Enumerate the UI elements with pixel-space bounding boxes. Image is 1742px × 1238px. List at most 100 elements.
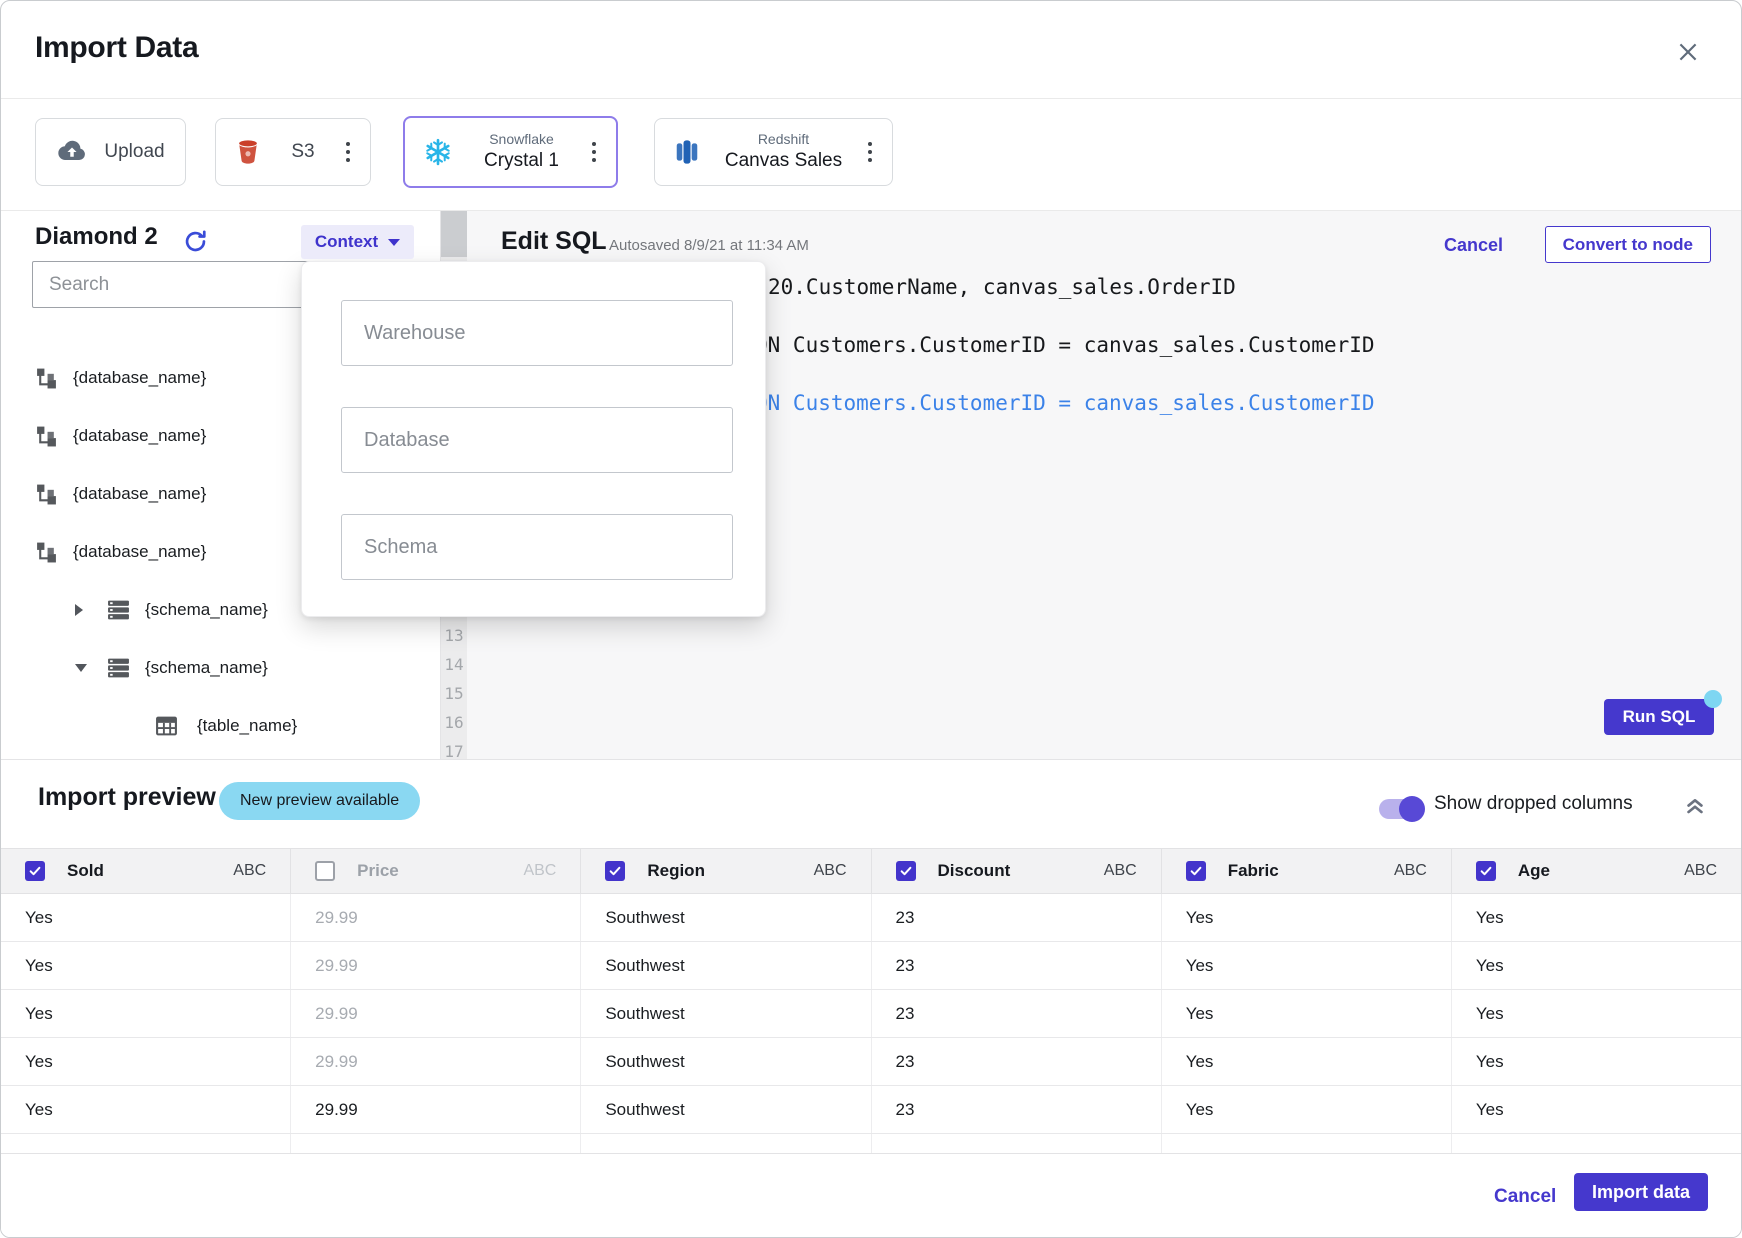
table-cell: Yes xyxy=(1162,990,1452,1037)
tree-item-schema[interactable]: {schema_name} xyxy=(1,639,440,697)
close-button[interactable] xyxy=(1673,37,1703,67)
column-name: Age xyxy=(1518,861,1662,881)
table-cell: Southwest xyxy=(581,942,871,989)
table-cell: Yes xyxy=(1452,1038,1741,1085)
column-checkbox-checked[interactable] xyxy=(1476,861,1496,881)
tree-item-label: {schema_name} xyxy=(145,658,268,678)
preview-title: Import preview xyxy=(38,783,216,812)
upload-button[interactable]: Upload xyxy=(35,118,186,186)
refresh-button[interactable] xyxy=(182,228,209,255)
column-type-label: ABC xyxy=(1104,862,1137,880)
notification-dot xyxy=(1704,690,1722,708)
column-name: Price xyxy=(357,861,501,881)
table-row: Yes29.99Southwest23YesYes xyxy=(1,1086,1741,1134)
database-icon xyxy=(35,541,58,564)
table-cell: 29.99 xyxy=(291,1086,581,1133)
dialog-footer: Cancel Import data xyxy=(1,1153,1741,1238)
tree-item-label: {database_name} xyxy=(73,426,206,446)
table-cell: Yes xyxy=(1,942,291,989)
autosave-status: Autosaved 8/9/21 at 11:34 AM xyxy=(609,237,809,254)
connection-title: Diamond 2 xyxy=(35,223,158,251)
context-dropdown-button[interactable]: Context xyxy=(301,225,414,259)
database-icon xyxy=(35,425,58,448)
s3-connection-button[interactable]: S3 xyxy=(215,118,371,186)
table-cell: Yes xyxy=(1162,1086,1452,1133)
snowflake-connection-button[interactable]: Snowflake Crystal 1 xyxy=(403,116,618,188)
line-number: 15 xyxy=(441,679,467,708)
column-header-sold: SoldABC xyxy=(1,849,291,893)
s3-label: S3 xyxy=(278,141,328,163)
table-cell: Yes xyxy=(1452,942,1741,989)
upload-label: Upload xyxy=(104,141,164,163)
table-cell xyxy=(1452,1134,1741,1153)
s3-more-options-button[interactable] xyxy=(344,138,352,166)
warehouse-input[interactable] xyxy=(341,300,733,366)
run-sql-button[interactable]: Run SQL xyxy=(1604,699,1714,735)
column-header-fabric: FabricABC xyxy=(1162,849,1452,893)
table-header-row: SoldABCPriceABCRegionABCDiscountABCFabri… xyxy=(1,848,1741,894)
double-chevron-up-icon xyxy=(1681,791,1709,819)
tree-item-label: {database_name} xyxy=(73,484,206,504)
table-cell: Yes xyxy=(1,1038,291,1085)
line-number: 14 xyxy=(441,650,467,679)
database-icon xyxy=(35,483,58,506)
column-checkbox-checked[interactable] xyxy=(1186,861,1206,881)
caret-expanded-icon[interactable] xyxy=(75,664,87,672)
schema-input[interactable] xyxy=(341,514,733,580)
s3-icon xyxy=(234,138,262,166)
schema-icon xyxy=(107,657,130,680)
snowflake-icon xyxy=(423,137,453,167)
refresh-icon xyxy=(182,228,209,255)
column-checkbox-checked[interactable] xyxy=(896,861,916,881)
table-cell xyxy=(1,1134,291,1153)
table-cell: Yes xyxy=(1,990,291,1037)
cloud-upload-icon xyxy=(56,136,88,168)
import-data-button[interactable]: Import data xyxy=(1574,1173,1708,1211)
column-checkbox-unchecked[interactable] xyxy=(315,861,335,881)
table-cell: Yes xyxy=(1452,894,1741,941)
show-dropped-columns-toggle[interactable] xyxy=(1379,799,1423,819)
editor-cancel-button[interactable]: Cancel xyxy=(1444,235,1503,256)
tree-item-table[interactable]: {table_name} xyxy=(1,697,440,755)
database-input[interactable] xyxy=(341,407,733,473)
redshift-more-options-button[interactable] xyxy=(866,138,874,166)
chevron-down-icon xyxy=(388,239,400,246)
table-cell: Yes xyxy=(1162,942,1452,989)
table-row: Yes29.99Southwest23YesYes xyxy=(1,990,1741,1038)
table-cell: 29.99 xyxy=(291,990,581,1037)
table-cell: Yes xyxy=(1,894,291,941)
column-header-discount: DiscountABC xyxy=(872,849,1162,893)
cancel-button[interactable]: Cancel xyxy=(1494,1186,1556,1208)
table-cell: 23 xyxy=(872,1086,1162,1133)
column-checkbox-checked[interactable] xyxy=(605,861,625,881)
check-icon xyxy=(1479,864,1493,878)
redshift-connection-button[interactable]: Redshift Canvas Sales xyxy=(654,118,893,186)
line-number: 16 xyxy=(441,708,467,737)
table-icon xyxy=(155,715,178,738)
context-label: Context xyxy=(315,232,378,252)
collapse-preview-button[interactable] xyxy=(1681,791,1709,819)
column-checkbox-checked[interactable] xyxy=(25,861,45,881)
caret-collapsed-icon[interactable] xyxy=(75,604,83,616)
editor-title: Edit SQL xyxy=(501,227,607,256)
close-icon xyxy=(1675,39,1701,65)
sql-code-line: ON Customers.CustomerID = canvas_sales.C… xyxy=(755,331,1375,360)
scrollbar-thumb[interactable] xyxy=(441,211,467,257)
page-title: Import Data xyxy=(35,31,198,65)
redshift-kind-label: Redshift xyxy=(758,131,809,149)
check-icon xyxy=(1189,864,1203,878)
column-name: Region xyxy=(647,861,791,881)
tree-item-label: {database_name} xyxy=(73,542,206,562)
toggle-label: Show dropped columns xyxy=(1434,793,1633,815)
column-type-label: ABC xyxy=(233,862,266,880)
tree-item-label: {schema_name} xyxy=(145,600,268,620)
convert-to-node-button[interactable]: Convert to node xyxy=(1545,226,1711,263)
table-cell xyxy=(291,1134,581,1153)
context-dropdown-menu xyxy=(301,261,766,617)
snowflake-more-options-button[interactable] xyxy=(590,138,598,166)
table-cell xyxy=(1162,1134,1452,1153)
line-number: 13 xyxy=(441,621,467,650)
sql-code-line-highlighted: ON Customers.CustomerID = canvas_sales.C… xyxy=(755,389,1375,418)
redshift-icon xyxy=(673,138,701,166)
table-cell: Yes xyxy=(1,1086,291,1133)
